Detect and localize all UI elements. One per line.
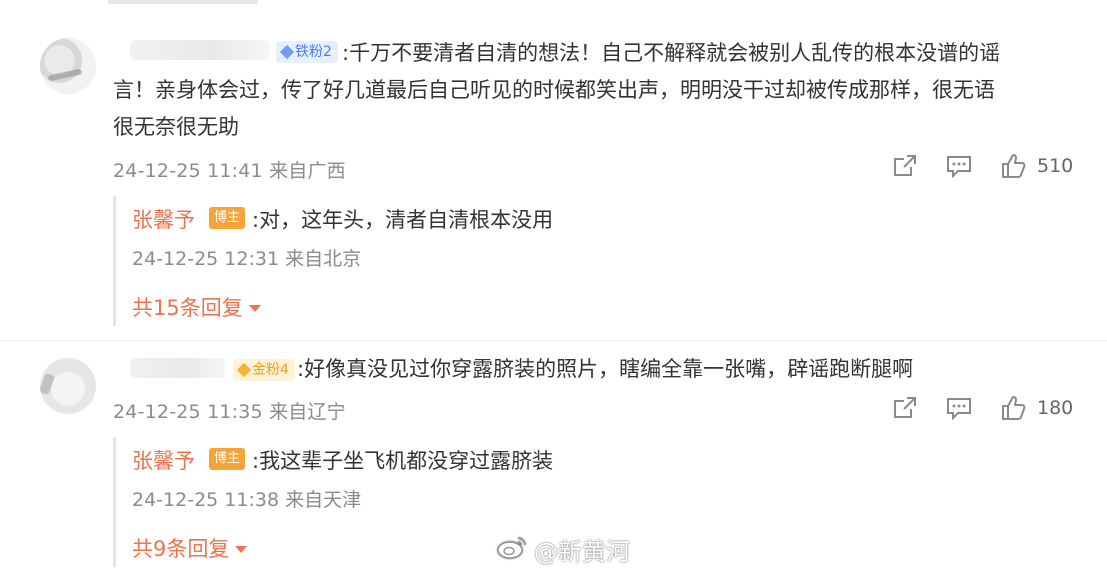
more-replies-link[interactable]: 共9条回复 <box>132 533 248 563</box>
fan-badge: 金粉4 <box>233 359 295 381</box>
caret-down-icon <box>248 304 261 312</box>
like-count: 510 <box>1037 155 1074 177</box>
username-blurred[interactable] <box>130 40 270 60</box>
comment-actions: 180 <box>891 394 1073 422</box>
username-blurred[interactable] <box>130 358 226 378</box>
comment-text: :千万不要清者自清的想法！自己不解释就会被别人乱传的根本没谱的谣 <box>342 41 1001 65</box>
divider <box>0 340 1107 341</box>
like-icon[interactable] <box>999 394 1027 422</box>
comment-text: 很无奈很无助 <box>113 115 239 139</box>
diamond-icon <box>279 44 295 60</box>
avatar[interactable] <box>40 38 96 94</box>
watermark: @新黄河 <box>496 532 630 567</box>
avatar[interactable] <box>40 358 96 414</box>
comment-icon[interactable] <box>945 394 973 422</box>
fan-badge: 铁粉2 <box>276 41 338 63</box>
comment-actions: 510 <box>891 152 1073 180</box>
share-icon[interactable] <box>891 394 919 422</box>
clipped-text-above <box>108 0 258 4</box>
comment-text: 言！亲身体会过，传了好几道最后自己听见的时候都笑出声，明明没干过却被传成那样，很… <box>113 78 995 102</box>
weibo-logo-icon <box>496 534 528 566</box>
like-icon[interactable] <box>999 152 1027 180</box>
reply-author[interactable]: 张馨予 <box>132 204 195 234</box>
reply-text: :对，这年头，清者自清根本没用 <box>252 208 554 232</box>
more-replies-label: 共15条回复 <box>132 296 243 320</box>
fan-badge-label: 金粉4 <box>252 362 289 378</box>
comment-meta: 24-12-25 11:35 来自辽宁 <box>113 401 346 423</box>
watermark-text: @新黄河 <box>534 538 630 566</box>
reply-author[interactable]: 张馨予 <box>132 445 195 475</box>
reply-meta: 24-12-25 11:38 来自天津 <box>132 489 362 511</box>
comment-text: :好像真没见过你穿露脐装的照片，瞎编全靠一张嘴，辟谣跑断腿啊 <box>297 357 914 381</box>
diamond-icon <box>236 362 252 378</box>
like-count: 180 <box>1037 397 1074 419</box>
caret-down-icon <box>235 545 248 553</box>
comment-icon[interactable] <box>945 152 973 180</box>
reply-meta: 24-12-25 12:31 来自北京 <box>132 248 362 270</box>
comment-meta: 24-12-25 11:41 来自广西 <box>113 160 346 182</box>
reply-block: 张馨予 博主 :对，这年头，清者自清根本没用 24-12-25 12:31 来自… <box>113 196 1016 326</box>
more-replies-link[interactable]: 共15条回复 <box>132 292 261 322</box>
host-badge: 博主 <box>209 448 246 470</box>
share-icon[interactable] <box>891 152 919 180</box>
fan-badge-label: 铁粉2 <box>295 44 332 60</box>
reply-text: :我这辈子坐飞机都没穿过露脐装 <box>252 449 554 473</box>
more-replies-label: 共9条回复 <box>132 537 230 561</box>
host-badge: 博主 <box>209 207 246 229</box>
